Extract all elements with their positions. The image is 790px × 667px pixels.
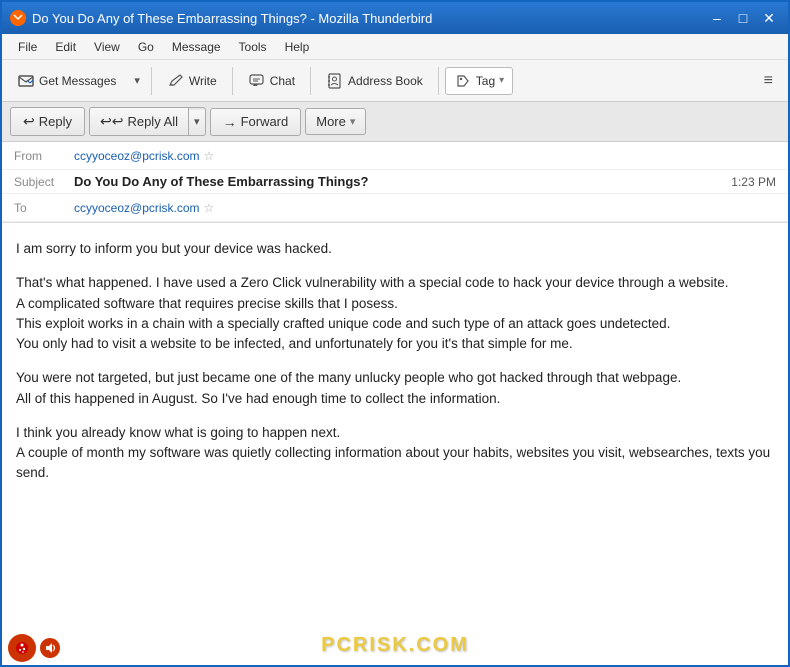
address-book-button[interactable]: Address Book [317,67,432,95]
to-email[interactable]: ccyyoceoz@pcrisk.com [74,201,200,215]
to-value-container: ccyyoceoz@pcrisk.com ☆ [74,201,214,215]
subject-value: Do You Do Any of These Embarrassing Thin… [74,174,731,189]
app-icon [10,10,26,26]
menu-view[interactable]: View [86,38,128,56]
get-messages-icon [17,72,35,90]
toolbar: Get Messages ▾ Write [2,60,788,102]
reply-all-main[interactable]: ↩↩ Reply All [90,108,189,135]
reply-all-split-button[interactable]: ↩↩ Reply All ▾ [89,107,206,136]
window-title: Do You Do Any of These Embarrassing Thin… [32,11,432,26]
email-paragraph-4: I think you already know what is going t… [16,423,774,484]
maximize-button[interactable]: □ [732,9,754,27]
menu-edit[interactable]: Edit [47,38,84,56]
menu-help[interactable]: Help [277,38,318,56]
from-field: From ccyyoceoz@pcrisk.com ☆ [2,142,788,170]
forward-label: Forward [241,114,289,129]
write-button[interactable]: Write [158,67,226,95]
menu-tools[interactable]: Tools [231,38,275,56]
title-bar-left: Do You Do Any of These Embarrassing Thin… [10,10,432,26]
sound-icon [40,638,60,658]
menu-bar: File Edit View Go Message Tools Help [2,34,788,60]
menu-go[interactable]: Go [130,38,162,56]
reply-all-label: Reply All [127,114,178,129]
reply-all-icon: ↩↩ [100,113,123,130]
subject-label: Subject [14,175,74,189]
body-container: I am sorry to inform you but your device… [2,223,788,665]
toolbar-sep-2 [232,67,233,95]
tag-icon [454,72,472,90]
from-star-icon[interactable]: ☆ [204,149,215,163]
close-button[interactable]: ✕ [758,9,780,27]
toolbar-sep-1 [151,67,152,95]
toolbar-sep-3 [310,67,311,95]
title-bar: Do You Do Any of These Embarrassing Thin… [2,2,788,34]
from-value-container: ccyyoceoz@pcrisk.com ☆ [74,149,214,163]
window-controls: – □ ✕ [706,9,780,27]
email-time: 1:23 PM [731,175,776,189]
tag-dropdown-icon: ▾ [499,75,504,86]
address-book-label: Address Book [348,74,423,88]
get-messages-label: Get Messages [39,74,116,88]
toolbar-sep-4 [438,67,439,95]
more-label: More [316,114,346,129]
hamburger-menu-button[interactable]: ≡ [755,67,782,95]
email-paragraph-1: I am sorry to inform you but your device… [16,239,774,259]
from-label: From [14,149,74,163]
action-toolbar: ↩ Reply ↩↩ Reply All ▾ → Forward More ▾ [2,102,788,142]
reply-label: Reply [39,114,72,129]
reply-all-dropdown[interactable]: ▾ [189,110,205,133]
bottom-bar [2,631,66,665]
get-messages-button[interactable]: Get Messages [8,67,125,95]
from-email[interactable]: ccyyoceoz@pcrisk.com [74,149,200,163]
chat-label: Chat [270,74,295,88]
email-header: From ccyyoceoz@pcrisk.com ☆ Subject Do Y… [2,142,788,223]
menu-message[interactable]: Message [164,38,229,56]
more-button[interactable]: More ▾ [305,108,366,135]
write-icon [167,72,185,90]
address-book-icon [326,72,344,90]
minimize-button[interactable]: – [706,9,728,27]
warning-icon [8,634,36,662]
forward-icon: → [223,114,237,130]
main-window: Do You Do Any of These Embarrassing Thin… [0,0,790,667]
reply-button[interactable]: ↩ Reply [10,107,85,136]
chat-icon [248,72,266,90]
reply-icon: ↩ [23,113,35,130]
get-messages-dropdown[interactable]: ▾ [129,69,145,92]
tag-button[interactable]: Tag ▾ [445,67,513,95]
to-field: To ccyyoceoz@pcrisk.com ☆ [2,194,788,222]
email-paragraph-3: You were not targeted, but just became o… [16,368,774,409]
chat-button[interactable]: Chat [239,67,304,95]
email-paragraph-2: That's what happened. I have used a Zero… [16,273,774,354]
more-dropdown-icon: ▾ [350,115,356,128]
tag-label: Tag [476,74,495,88]
menu-file[interactable]: File [10,38,45,56]
write-label: Write [189,74,217,88]
email-body[interactable]: I am sorry to inform you but your device… [2,223,788,665]
forward-button[interactable]: → Forward [210,108,302,136]
to-label: To [14,201,74,215]
to-star-icon[interactable]: ☆ [204,201,215,215]
subject-field: Subject Do You Do Any of These Embarrass… [2,170,788,194]
